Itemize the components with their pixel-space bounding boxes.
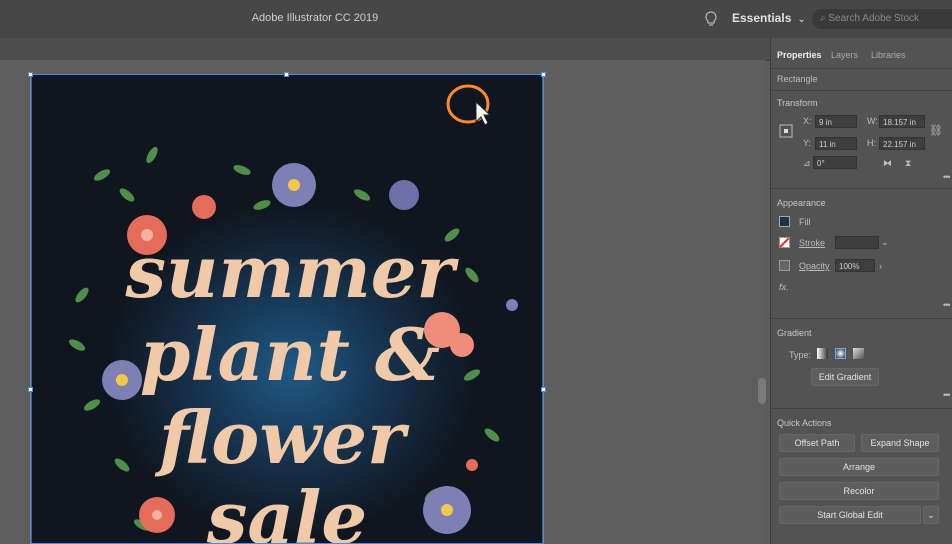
w-label: W: [867,116,878,126]
properties-panel: Properties Layers Libraries Rectangle Tr… [770,38,952,544]
offset-path-button[interactable]: Offset Path [779,434,855,452]
search-placeholder: Search Adobe Stock [828,13,920,24]
title-bar: Adobe Illustrator CC 2019 Essentials ⌄ ⌕ … [0,0,952,38]
flip-vertical-icon[interactable]: ⧗ [905,158,911,169]
lightbulb-icon[interactable] [704,11,718,27]
divider [771,90,952,91]
edit-gradient-button[interactable]: Edit Gradient [811,368,879,386]
freeform-gradient-icon[interactable] [853,348,864,359]
more-options-icon[interactable]: ••• [943,390,951,400]
gradient-section-title: Gradient [777,328,812,338]
width-field[interactable]: 18.157 in [879,115,925,128]
fill-swatch[interactable] [779,216,790,227]
angle-icon: ⊿ [803,158,811,168]
divider [771,318,952,319]
reference-point-icon[interactable] [779,124,793,138]
transform-section-title: Transform [777,98,818,108]
appearance-section-title: Appearance [777,198,826,208]
opacity-field[interactable]: 100% [835,259,875,272]
divider [771,188,952,189]
height-field[interactable]: 22.157 in [879,137,925,150]
control-bar [0,38,770,61]
start-global-edit-button[interactable]: Start Global Edit [779,506,921,524]
opacity-icon [779,260,790,271]
selection-handle-top-right[interactable] [541,72,546,77]
workspace-label: Essentials [732,11,792,25]
fill-label: Fill [799,217,811,227]
selection-handle-middle-right[interactable] [541,387,546,392]
stroke-weight-field[interactable] [835,236,879,249]
tab-properties[interactable]: Properties [777,50,822,60]
flip-horizontal-icon[interactable]: ⧓ [883,158,892,169]
linear-gradient-icon[interactable] [817,348,828,359]
more-options-icon[interactable]: ••• [943,172,951,182]
x-label: X: [803,116,812,126]
rotation-field[interactable]: 0° [813,156,857,169]
gradient-type-label: Type: [789,350,812,360]
stroke-label[interactable]: Stroke [799,238,825,248]
stroke-none-swatch-icon[interactable] [779,237,790,248]
more-options-icon[interactable]: ••• [943,300,951,310]
stock-search-input[interactable]: ⌕ Search Adobe Stock [812,9,952,29]
chevron-down-icon[interactable]: ⌄ [881,237,889,248]
selection-handle-top-middle[interactable] [284,72,289,77]
tab-layers[interactable]: Layers [831,50,858,60]
selection-bounding-box [30,74,544,544]
selection-handle-middle-left[interactable] [28,387,33,392]
selection-handle-top-left[interactable] [28,72,33,77]
quick-actions-section-title: Quick Actions [777,418,832,428]
app-title: Adobe Illustrator CC 2019 [251,12,379,24]
fx-icon[interactable]: fx. [779,282,789,292]
arrange-button[interactable]: Arrange [779,458,939,476]
chevron-down-icon: ⌄ [797,14,806,25]
tab-libraries[interactable]: Libraries [871,50,906,60]
y-label: Y: [803,138,812,148]
opacity-label[interactable]: Opacity [799,261,830,271]
radial-gradient-icon[interactable] [835,348,846,359]
divider [771,408,952,409]
panel-tabs: Properties Layers Libraries [771,38,952,69]
expand-shape-button[interactable]: Expand Shape [861,434,939,452]
recolor-button[interactable]: Recolor [779,482,939,500]
chevron-right-icon[interactable]: › [879,261,882,271]
workspace-switcher[interactable]: Essentials ⌄ [732,11,806,25]
global-edit-options-chevron-icon[interactable]: ⌄ [923,506,939,524]
h-label: H: [867,138,876,148]
cursor-highlight-icon [446,84,492,126]
constrain-proportions-icon[interactable]: ⛓ [929,124,943,137]
canvas-scrollbar[interactable] [758,378,766,404]
object-type-label: Rectangle [777,74,818,84]
y-position-field[interactable]: 11 in [815,137,857,150]
x-position-field[interactable]: 9 in [815,115,857,128]
